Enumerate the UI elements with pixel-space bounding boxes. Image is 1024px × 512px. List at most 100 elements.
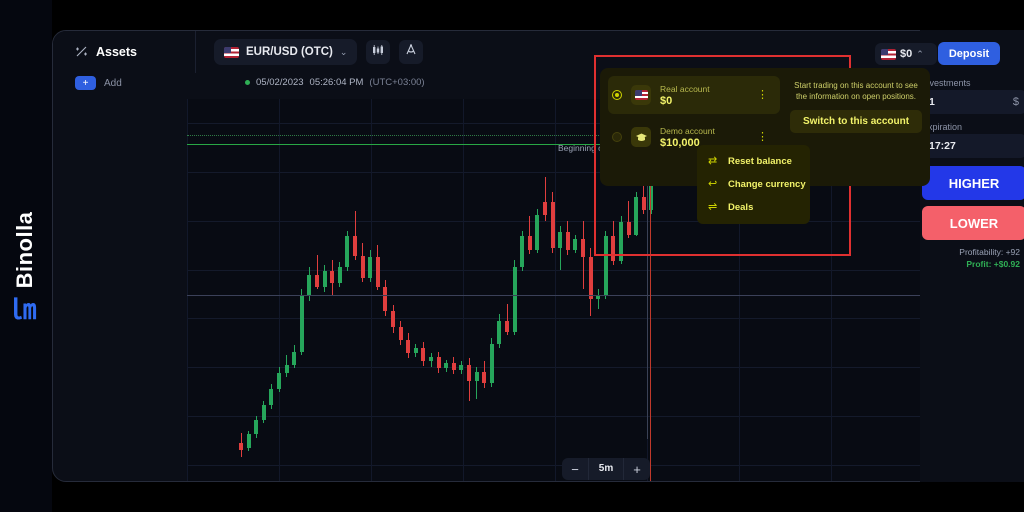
candlestick-wick [499, 314, 500, 348]
demo-account-name: Demo account [660, 126, 715, 136]
candlestick [421, 348, 425, 362]
candlestick [300, 296, 304, 351]
higher-button[interactable]: HIGHER [922, 166, 1024, 200]
candlestick-wick [453, 357, 454, 374]
demo-account-menu-icon[interactable]: ⋮ [757, 135, 768, 139]
candlestick [361, 256, 365, 278]
demo-account-radio-icon[interactable] [612, 132, 622, 142]
drawing-tools-button[interactable] [399, 40, 423, 64]
candlestick-wick [636, 192, 637, 237]
candlestick-wick [461, 361, 462, 374]
candlestick-wick [241, 433, 242, 457]
account-context-menu: ⇄ Reset balance ↩ Change currency ⇌ Deal… [697, 145, 810, 224]
candlestick-wick [317, 255, 318, 289]
candlestick [399, 327, 403, 340]
candlestick [452, 363, 456, 369]
asset-selector[interactable]: EUR/USD (OTC) ⌄ [214, 39, 357, 65]
candlestick-wick [263, 401, 264, 423]
menu-item-change-currency[interactable]: ↩ Change currency [697, 173, 810, 196]
candlestick-wick [514, 260, 515, 336]
candlestick [573, 239, 577, 250]
candlestick [490, 344, 494, 383]
candlestick [627, 222, 631, 235]
binolla-logo-icon: ㏐ [10, 297, 42, 323]
refresh-icon: ⇄ [708, 156, 719, 167]
timeframe-increase-button[interactable]: + [624, 458, 650, 480]
assets-button[interactable]: Assets [75, 45, 195, 59]
candlestick-wick [431, 353, 432, 367]
timeframe-value: 5m [588, 458, 624, 480]
candlestick-wick [598, 289, 599, 309]
chevron-up-icon: ⌃ [916, 49, 924, 60]
chart-gridline [371, 99, 372, 482]
candlestick-wick [560, 226, 561, 270]
lower-button[interactable]: LOWER [922, 206, 1024, 240]
candlestick [353, 236, 357, 256]
candlestick-wick [332, 260, 333, 297]
candlestick [634, 197, 638, 234]
real-account-row[interactable]: Real account $0 ⋮ [608, 76, 780, 114]
real-account-menu-icon[interactable]: ⋮ [757, 93, 768, 97]
candlestick-wick [400, 321, 401, 345]
candlestick [368, 257, 372, 278]
candlestick-wick [476, 367, 477, 399]
candlestick-wick [301, 289, 302, 355]
candlestick-wick [393, 305, 394, 333]
candlestick [505, 321, 509, 332]
real-account-radio-icon[interactable] [612, 90, 622, 100]
balance-badge[interactable]: $0 ⌃ [875, 43, 937, 65]
candlestick [247, 434, 251, 447]
candlestick [566, 232, 570, 251]
deals-icon: ⇌ [708, 202, 719, 213]
account-info-text: Start trading on this account to see the… [790, 80, 922, 102]
candlestick [254, 420, 258, 435]
timeframe-control[interactable]: − 5m + [562, 458, 650, 480]
chart-type-button[interactable] [366, 40, 390, 64]
candlestick [475, 372, 479, 381]
chart-gridline [555, 99, 556, 482]
chart-gridline [187, 99, 188, 482]
menu-item-reset-balance[interactable]: ⇄ Reset balance [697, 150, 810, 173]
candlestick [239, 443, 243, 450]
candlestick [467, 365, 471, 381]
deposit-button[interactable]: Deposit [938, 42, 1000, 65]
investments-input[interactable]: 1 $ [922, 90, 1024, 114]
level-price-line [187, 295, 923, 296]
candlestick [338, 267, 342, 283]
candlestick [406, 340, 410, 353]
candlestick [497, 321, 501, 344]
candlestick-wick [438, 352, 439, 373]
candlestick-wick [279, 367, 280, 392]
chevron-down-icon: ⌄ [340, 47, 348, 58]
candlestick [437, 357, 441, 368]
candlestick-wick [484, 361, 485, 387]
plus-icon: + [75, 76, 96, 90]
add-label: Add [104, 78, 122, 89]
chart-gridline [279, 99, 280, 482]
menu-item-deals[interactable]: ⇌ Deals [697, 196, 810, 219]
candlestick [315, 275, 319, 286]
profitability-label: Profitability: +92 [959, 247, 1020, 257]
flag-icon [631, 85, 651, 105]
trade-panel: Deposit Investments 1 $ Expiration 17:27… [920, 30, 1024, 482]
candlestick-wick [446, 360, 447, 372]
candlestick [558, 232, 562, 248]
menu-item-label: Reset balance [728, 156, 792, 167]
add-asset-button[interactable]: + Add [75, 76, 122, 90]
assets-label: Assets [96, 45, 137, 59]
candlestick-wick [248, 431, 249, 451]
candlestick-icon [371, 43, 385, 62]
expiration-input[interactable]: 17:27 [922, 134, 1024, 158]
candlestick [330, 271, 334, 284]
switch-account-button[interactable]: Switch to this account [790, 110, 922, 133]
candlestick [285, 365, 289, 373]
candlestick-wick [294, 345, 295, 368]
candlestick [589, 257, 593, 298]
timeframe-decrease-button[interactable]: − [562, 458, 588, 480]
candlestick-wick [362, 243, 363, 282]
candlestick-wick [529, 216, 530, 254]
candlestick [551, 202, 555, 247]
candlestick [581, 239, 585, 257]
investments-value: 1 [929, 96, 1013, 108]
candlestick [513, 267, 517, 332]
